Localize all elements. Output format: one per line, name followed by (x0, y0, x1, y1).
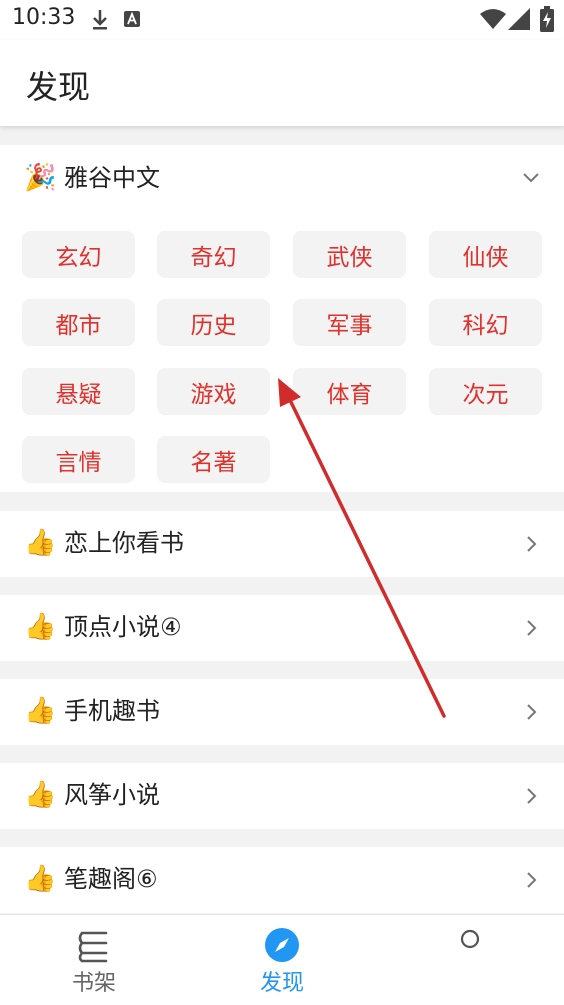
thumbs-up-icon: 👍 (24, 528, 57, 558)
nav-discover[interactable]: 发现 (222, 915, 342, 1005)
wifi-icon (480, 9, 506, 29)
genre-tag[interactable]: 历史 (157, 299, 270, 346)
source-row[interactable]: 👍 手机趣书 (0, 679, 564, 745)
nav-bookshelf[interactable]: 书架 (34, 915, 154, 1005)
circle-icon (460, 929, 480, 949)
thumbs-up-icon: 👍 (24, 612, 57, 642)
chevron-right-icon (527, 620, 537, 636)
source-row[interactable]: 👍 恋上你看书 (0, 511, 564, 577)
source-row[interactable]: 👍 顶点小说④ (0, 595, 564, 661)
featured-source-label: 雅谷中文 (64, 164, 160, 192)
thumbs-up-icon: 👍 (24, 780, 57, 810)
source-row-label: 恋上你看书 (64, 529, 184, 557)
nav-bookshelf-label: 书架 (71, 971, 116, 996)
genre-tag[interactable]: 次元 (429, 368, 542, 415)
status-time: 10:33 (12, 5, 76, 30)
genre-tag[interactable]: 武侠 (293, 231, 406, 278)
source-row[interactable]: 👍 风筝小说 (0, 763, 564, 829)
chevron-right-icon (527, 704, 537, 720)
battery-charging-icon (540, 6, 554, 32)
download-icon (93, 10, 107, 30)
featured-source-card: 🎉 雅谷中文 玄幻 奇幻 武侠 仙侠 都市 历史 军事 科幻 悬疑 游戏 体育 … (0, 145, 564, 492)
chevron-down-icon[interactable] (522, 169, 540, 187)
source-row[interactable]: 👍 笔趣阁⑥ (0, 847, 564, 913)
party-popper-icon: 🎉 (24, 163, 57, 193)
notification-a-icon (124, 11, 140, 27)
nav-discover-label: 发现 (259, 971, 304, 996)
source-row-label: 顶点小说④ (64, 613, 182, 641)
source-row-label: 手机趣书 (64, 697, 160, 725)
genre-tag[interactable]: 名著 (157, 436, 270, 483)
bookshelf-icon (78, 931, 108, 963)
genre-tag[interactable]: 科幻 (429, 299, 542, 346)
thumbs-up-icon: 👍 (24, 864, 57, 894)
source-row-label: 笔趣阁⑥ (64, 865, 158, 893)
chevron-right-icon (527, 872, 537, 888)
genre-tag[interactable]: 体育 (293, 368, 406, 415)
genre-tag[interactable]: 玄幻 (22, 231, 135, 278)
bottom-navigation: 书架 发现 (0, 914, 564, 1005)
page-title: 发现 (26, 68, 91, 106)
chevron-right-icon (527, 536, 537, 552)
app-header: 发现 (0, 40, 564, 126)
cellular-signal-icon (508, 8, 530, 30)
thumbs-up-icon: 👍 (24, 696, 57, 726)
genre-tag[interactable]: 游戏 (157, 368, 270, 415)
genre-tag[interactable]: 奇幻 (157, 231, 270, 278)
nav-profile[interactable] (410, 915, 530, 1005)
source-row-label: 风筝小说 (64, 781, 160, 809)
genre-tag[interactable]: 都市 (22, 299, 135, 346)
genre-tag[interactable]: 军事 (293, 299, 406, 346)
genre-tag[interactable]: 仙侠 (429, 231, 542, 278)
chevron-right-icon (527, 788, 537, 804)
genre-tag[interactable]: 言情 (22, 436, 135, 483)
compass-icon (265, 928, 299, 962)
genre-tag[interactable]: 悬疑 (22, 368, 135, 415)
status-bar: 10:33 (0, 0, 564, 40)
